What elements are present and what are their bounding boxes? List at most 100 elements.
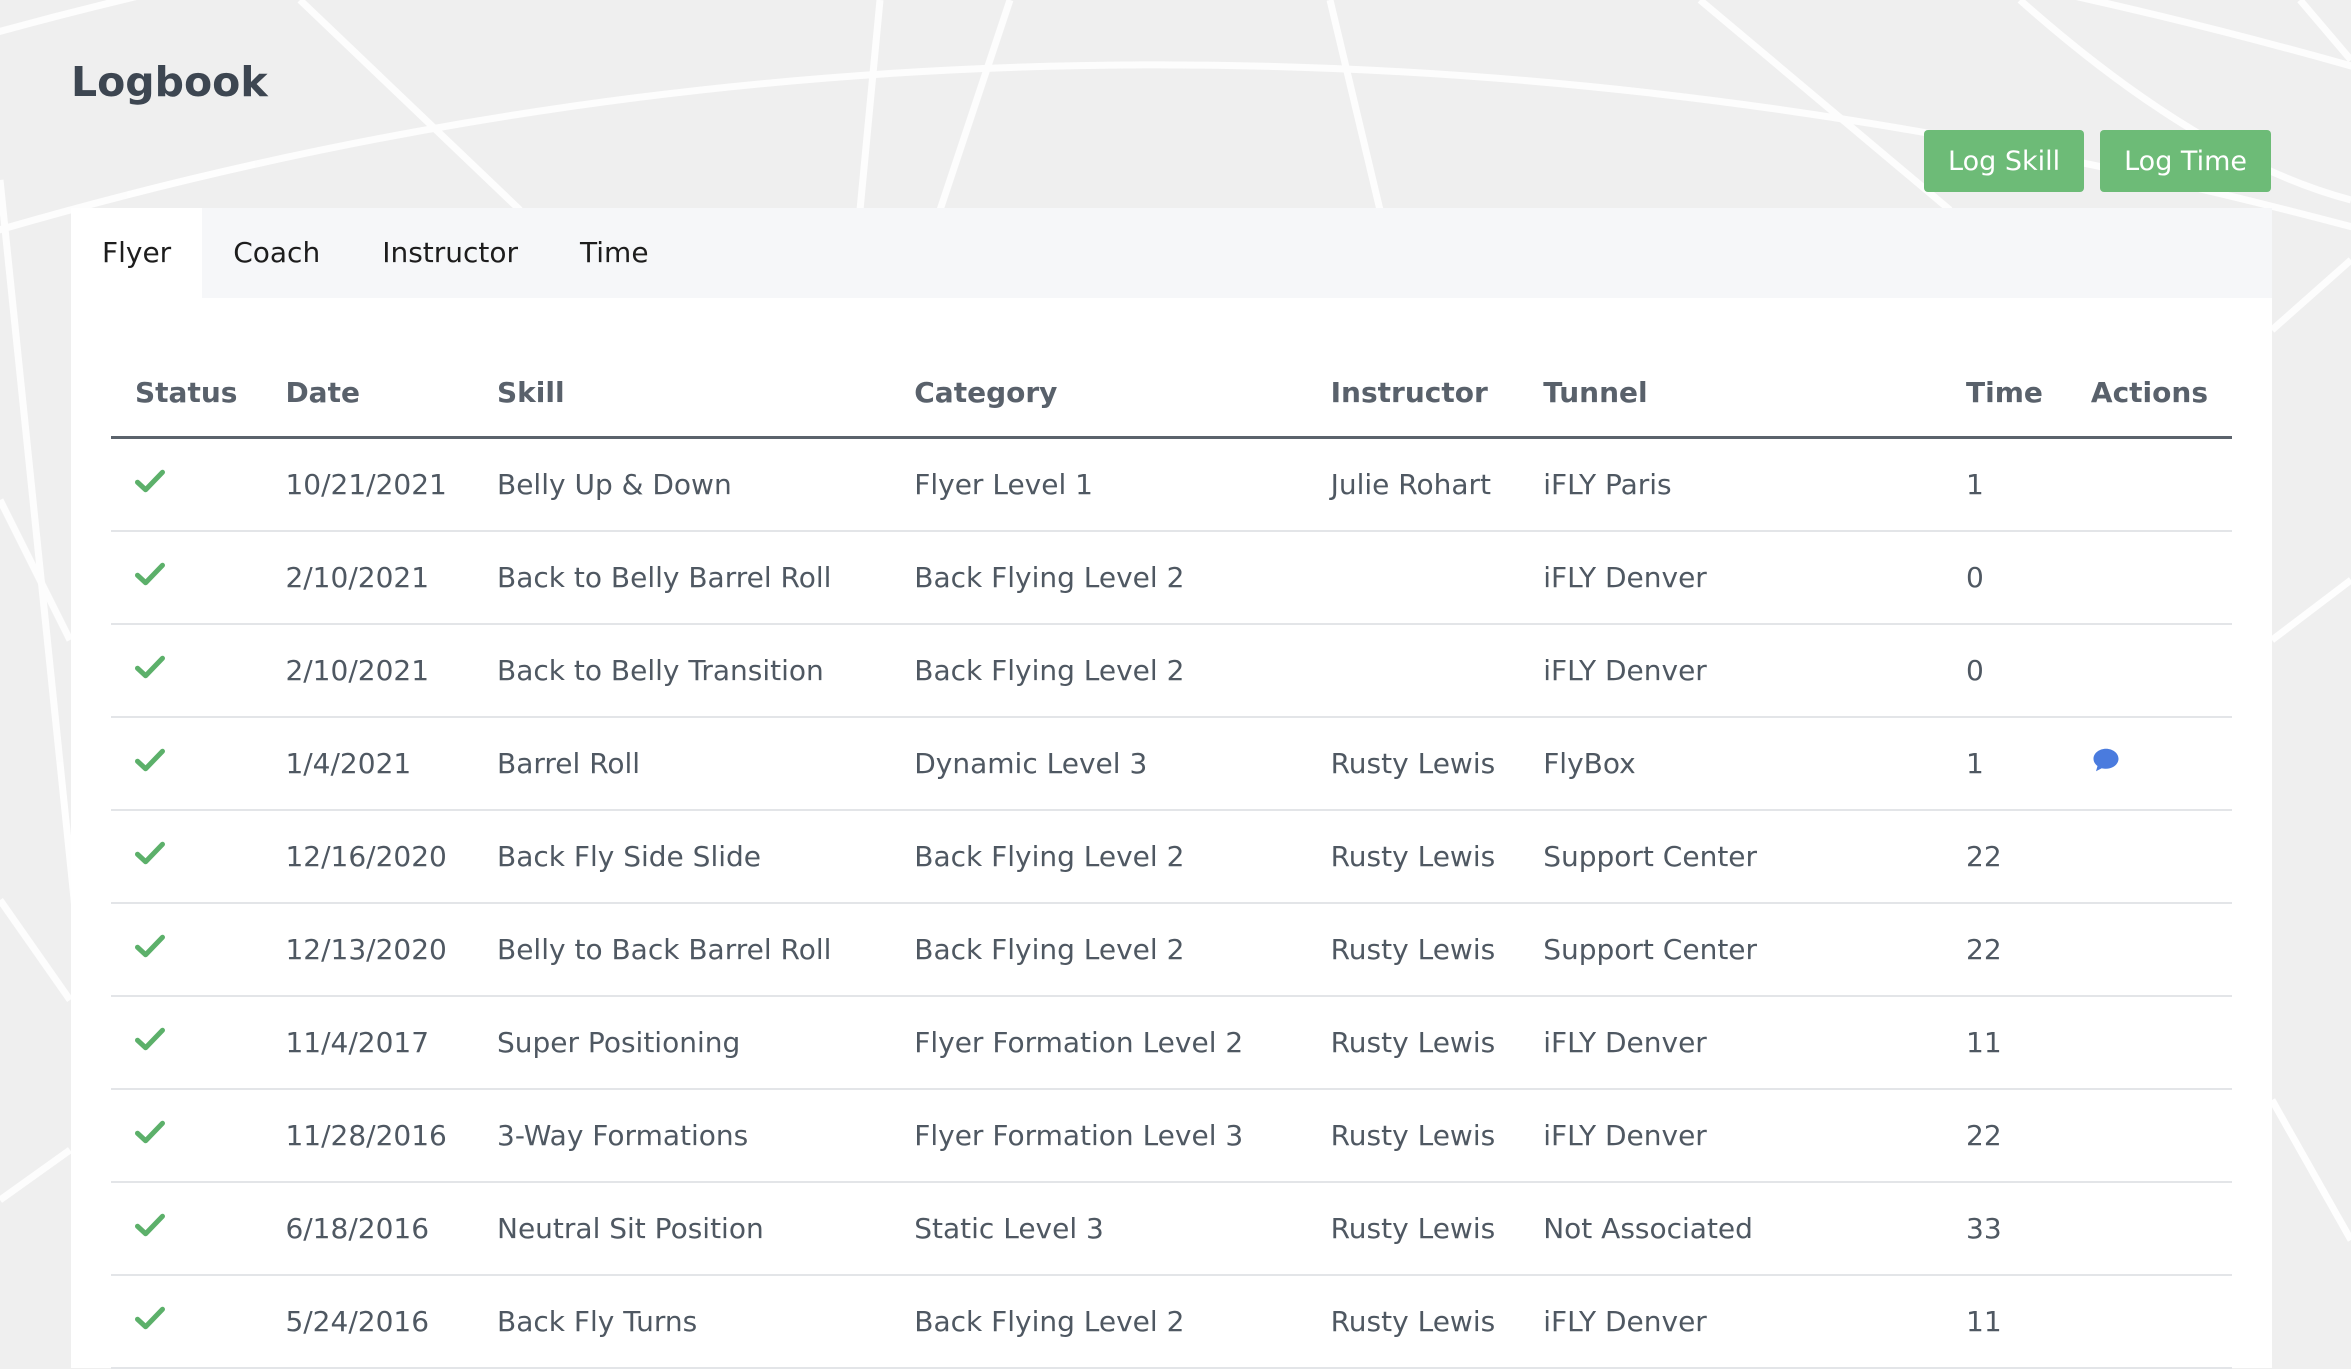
instructor-cell: Julie Rohart — [1306, 437, 1520, 532]
category-cell: Back Flying Level 2 — [890, 903, 1307, 997]
toolbar: Log Skill Log Time — [1924, 130, 2271, 192]
table-row[interactable]: 1/4/2021 Barrel Roll Dynamic Level 3 Rusty … — [111, 717, 2232, 811]
page-title: Logbook — [71, 58, 268, 106]
instructor-cell — [1306, 624, 1520, 718]
check-icon — [135, 562, 165, 586]
column-header-instructor[interactable]: Instructor — [1306, 348, 1520, 439]
table-row[interactable]: 6/18/2016 Neutral Sit Position Static Leve… — [111, 1182, 2232, 1276]
category-cell: Back Flying Level 2 — [890, 624, 1307, 718]
tunnel-cell: iFLY Denver — [1519, 624, 1942, 718]
category-cell: Flyer Level 1 — [890, 437, 1307, 532]
check-icon — [135, 841, 165, 865]
column-header-date[interactable]: Date — [261, 348, 473, 439]
instructor-cell: Rusty Lewis — [1306, 903, 1520, 997]
logbook-table: Status Date Skill Category Instructor Tu… — [111, 348, 2232, 1369]
column-header-time[interactable]: Time — [1942, 348, 2067, 439]
column-header-actions: Actions — [2066, 348, 2232, 439]
logbook-card: Flyer Coach Instructor Time Status Date … — [71, 208, 2272, 1369]
date-cell: 2/10/2021 — [261, 624, 473, 718]
skill-cell: Belly to Back Barrel Roll — [473, 903, 891, 997]
table-row[interactable]: 11/28/2016 3-Way Formations Flyer Formatio… — [111, 1089, 2232, 1183]
date-cell: 5/24/2016 — [261, 1275, 473, 1369]
column-header-tunnel[interactable]: Tunnel — [1519, 348, 1942, 439]
date-cell: 6/18/2016 — [261, 1182, 473, 1276]
table-row[interactable]: 2/10/2021 Back to Belly Transition Back Fl… — [111, 624, 2232, 718]
time-cell: 0 — [1942, 624, 2067, 718]
status-cell — [111, 1275, 262, 1369]
table-row[interactable]: 2/10/2021 Back to Belly Barrel Roll Back F… — [111, 531, 2232, 625]
table-row[interactable]: 12/13/2020 Belly to Back Barrel Roll Back … — [111, 903, 2232, 997]
skill-cell: Back to Belly Transition — [473, 624, 891, 718]
tunnel-cell: Not Associated — [1519, 1182, 1942, 1276]
table-row[interactable]: 11/4/2017 Super Positioning Flyer Formatio… — [111, 996, 2232, 1090]
tunnel-cell: iFLY Paris — [1519, 437, 1942, 532]
table-header-row: Status Date Skill Category Instructor Tu… — [111, 348, 2232, 439]
tab-instructor[interactable]: Instructor — [351, 208, 549, 298]
instructor-cell: Rusty Lewis — [1306, 1275, 1520, 1369]
tab-coach[interactable]: Coach — [202, 208, 351, 298]
time-cell: 22 — [1942, 1089, 2067, 1183]
category-cell: Flyer Formation Level 2 — [890, 996, 1307, 1090]
actions-cell — [2066, 1089, 2232, 1183]
skill-cell: Barrel Roll — [473, 717, 891, 811]
tunnel-cell: iFLY Denver — [1519, 1275, 1942, 1369]
skill-cell: Belly Up & Down — [473, 437, 891, 532]
time-cell: 1 — [1942, 717, 2067, 811]
instructor-cell: Rusty Lewis — [1306, 1182, 1520, 1276]
time-cell: 1 — [1942, 437, 2067, 532]
time-cell: 22 — [1942, 903, 2067, 997]
table-row[interactable]: 5/24/2016 Back Fly Turns Back Flying Level… — [111, 1275, 2232, 1369]
instructor-cell: Rusty Lewis — [1306, 996, 1520, 1090]
status-cell — [111, 810, 262, 904]
date-cell: 12/13/2020 — [261, 903, 473, 997]
category-cell: Dynamic Level 3 — [890, 717, 1307, 811]
category-cell: Back Flying Level 2 — [890, 810, 1307, 904]
log-time-button[interactable]: Log Time — [2100, 130, 2271, 192]
tab-flyer[interactable]: Flyer — [71, 208, 203, 298]
skill-cell: Back to Belly Barrel Roll — [473, 531, 891, 625]
date-cell: 11/28/2016 — [261, 1089, 473, 1183]
tunnel-cell: iFLY Denver — [1519, 531, 1942, 625]
tab-time[interactable]: Time — [549, 208, 680, 298]
comment-icon[interactable] — [2091, 745, 2121, 775]
check-icon — [135, 1120, 165, 1144]
instructor-cell: Rusty Lewis — [1306, 810, 1520, 904]
status-cell — [111, 903, 262, 997]
status-cell — [111, 1182, 262, 1276]
skill-cell: Back Fly Side Slide — [473, 810, 891, 904]
skill-cell: 3-Way Formations — [473, 1089, 891, 1183]
instructor-cell: Rusty Lewis — [1306, 1089, 1520, 1183]
tunnel-cell: iFLY Denver — [1519, 996, 1942, 1090]
actions-cell — [2066, 1275, 2232, 1369]
time-cell: 22 — [1942, 810, 2067, 904]
column-header-category[interactable]: Category — [890, 348, 1307, 439]
check-icon — [135, 934, 165, 958]
instructor-cell — [1306, 531, 1520, 625]
skill-cell: Neutral Sit Position — [473, 1182, 891, 1276]
table-row[interactable]: 12/16/2020 Back Fly Side Slide Back Flying… — [111, 810, 2232, 904]
time-cell: 11 — [1942, 1275, 2067, 1369]
skill-cell: Back Fly Turns — [473, 1275, 891, 1369]
tab-bar: Flyer Coach Instructor Time — [71, 208, 2272, 298]
column-header-skill[interactable]: Skill — [473, 348, 891, 439]
date-cell: 10/21/2021 — [261, 437, 473, 532]
actions-cell — [2066, 717, 2232, 811]
table-row[interactable]: 10/21/2021 Belly Up & Down Flyer Level 1 Ju… — [111, 437, 2232, 532]
log-skill-button[interactable]: Log Skill — [1924, 130, 2085, 192]
time-cell: 33 — [1942, 1182, 2067, 1276]
actions-cell — [2066, 1182, 2232, 1276]
tunnel-cell: FlyBox — [1519, 717, 1942, 811]
table-container: Status Date Skill Category Instructor Tu… — [71, 348, 2272, 1369]
check-icon — [135, 1306, 165, 1330]
skill-cell: Super Positioning — [473, 996, 891, 1090]
status-cell — [111, 531, 262, 625]
check-icon — [135, 748, 165, 772]
time-cell: 11 — [1942, 996, 2067, 1090]
check-icon — [135, 469, 165, 493]
status-cell — [111, 717, 262, 811]
date-cell: 11/4/2017 — [261, 996, 473, 1090]
column-header-status[interactable]: Status — [111, 348, 262, 439]
status-cell — [111, 1089, 262, 1183]
check-icon — [135, 1213, 165, 1237]
tunnel-cell: iFLY Denver — [1519, 1089, 1942, 1183]
